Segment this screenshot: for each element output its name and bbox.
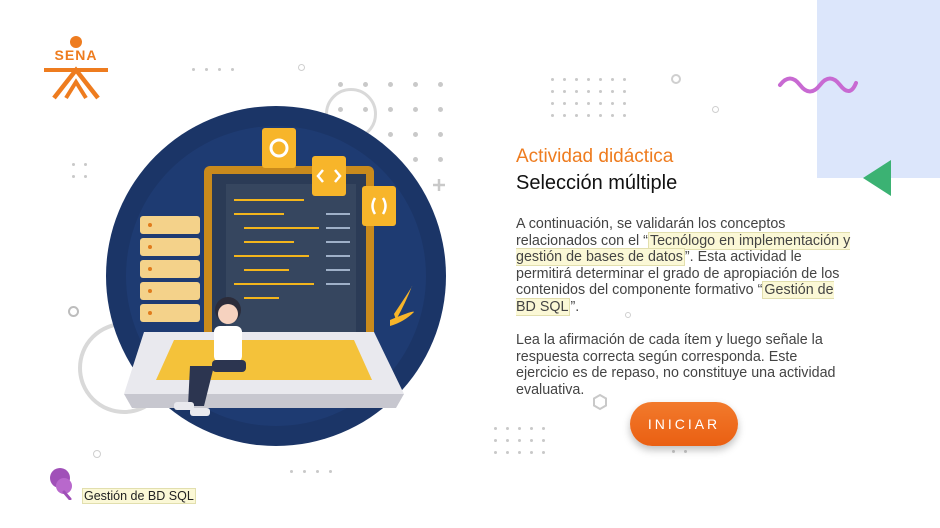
dot-grid-decoration	[551, 78, 626, 117]
map-pin-icon	[50, 468, 72, 500]
activity-subtitle: Actividad didáctica	[516, 146, 674, 167]
logo-text: SENA	[54, 47, 98, 63]
instructions-paragraph: Lea la afirmación de cada ítem y luego s…	[516, 332, 836, 398]
dot-grid-decoration	[72, 163, 87, 178]
illustration	[104, 104, 448, 448]
dot-grid-decoration	[494, 427, 545, 454]
developer-laptop-illustration	[106, 106, 446, 446]
dot-grid-decoration	[672, 450, 687, 453]
sena-logo: SENA	[40, 34, 112, 102]
dot-grid-decoration	[192, 68, 234, 71]
sena-logo-icon	[44, 36, 108, 100]
start-button[interactable]: INICIAR	[630, 402, 738, 446]
small-circle-decoration	[671, 74, 681, 84]
wave-decoration	[778, 76, 858, 94]
small-circle-decoration	[68, 306, 79, 317]
dot-grid-decoration	[290, 470, 332, 473]
small-circle-decoration	[712, 106, 719, 113]
small-circle-decoration	[93, 450, 101, 458]
triangle-decoration	[863, 160, 891, 196]
intro-paragraph: A continuación, se validarán los concept…	[516, 216, 852, 316]
small-circle-decoration	[298, 64, 305, 71]
intro-text: ”.	[570, 298, 580, 315]
component-label: Gestión de BD SQL	[82, 488, 196, 504]
activity-title: Selección múltiple	[516, 172, 678, 194]
